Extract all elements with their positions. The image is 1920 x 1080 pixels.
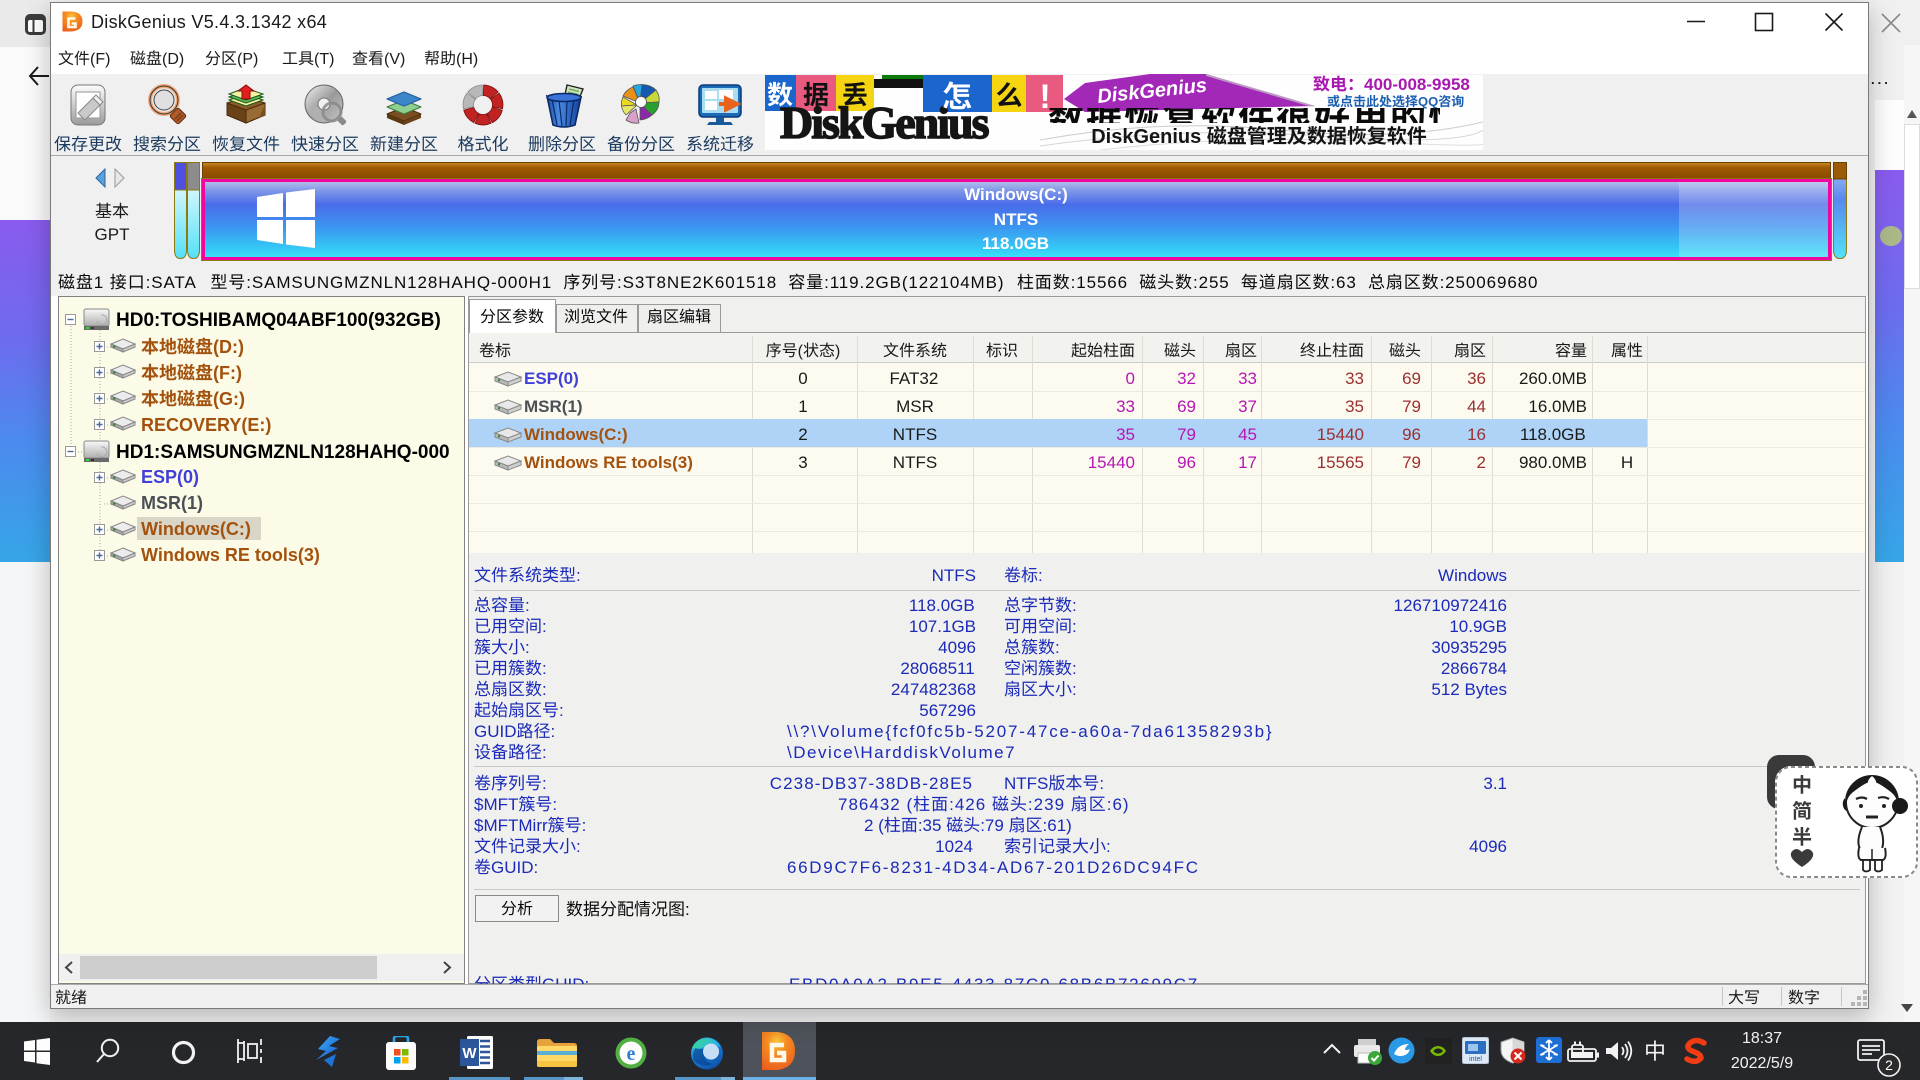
svg-text:W: W — [462, 1045, 477, 1062]
svg-text:e: e — [627, 1043, 636, 1065]
svg-text:intel: intel — [1469, 1056, 1482, 1063]
svg-text:2: 2 — [1885, 1057, 1893, 1073]
